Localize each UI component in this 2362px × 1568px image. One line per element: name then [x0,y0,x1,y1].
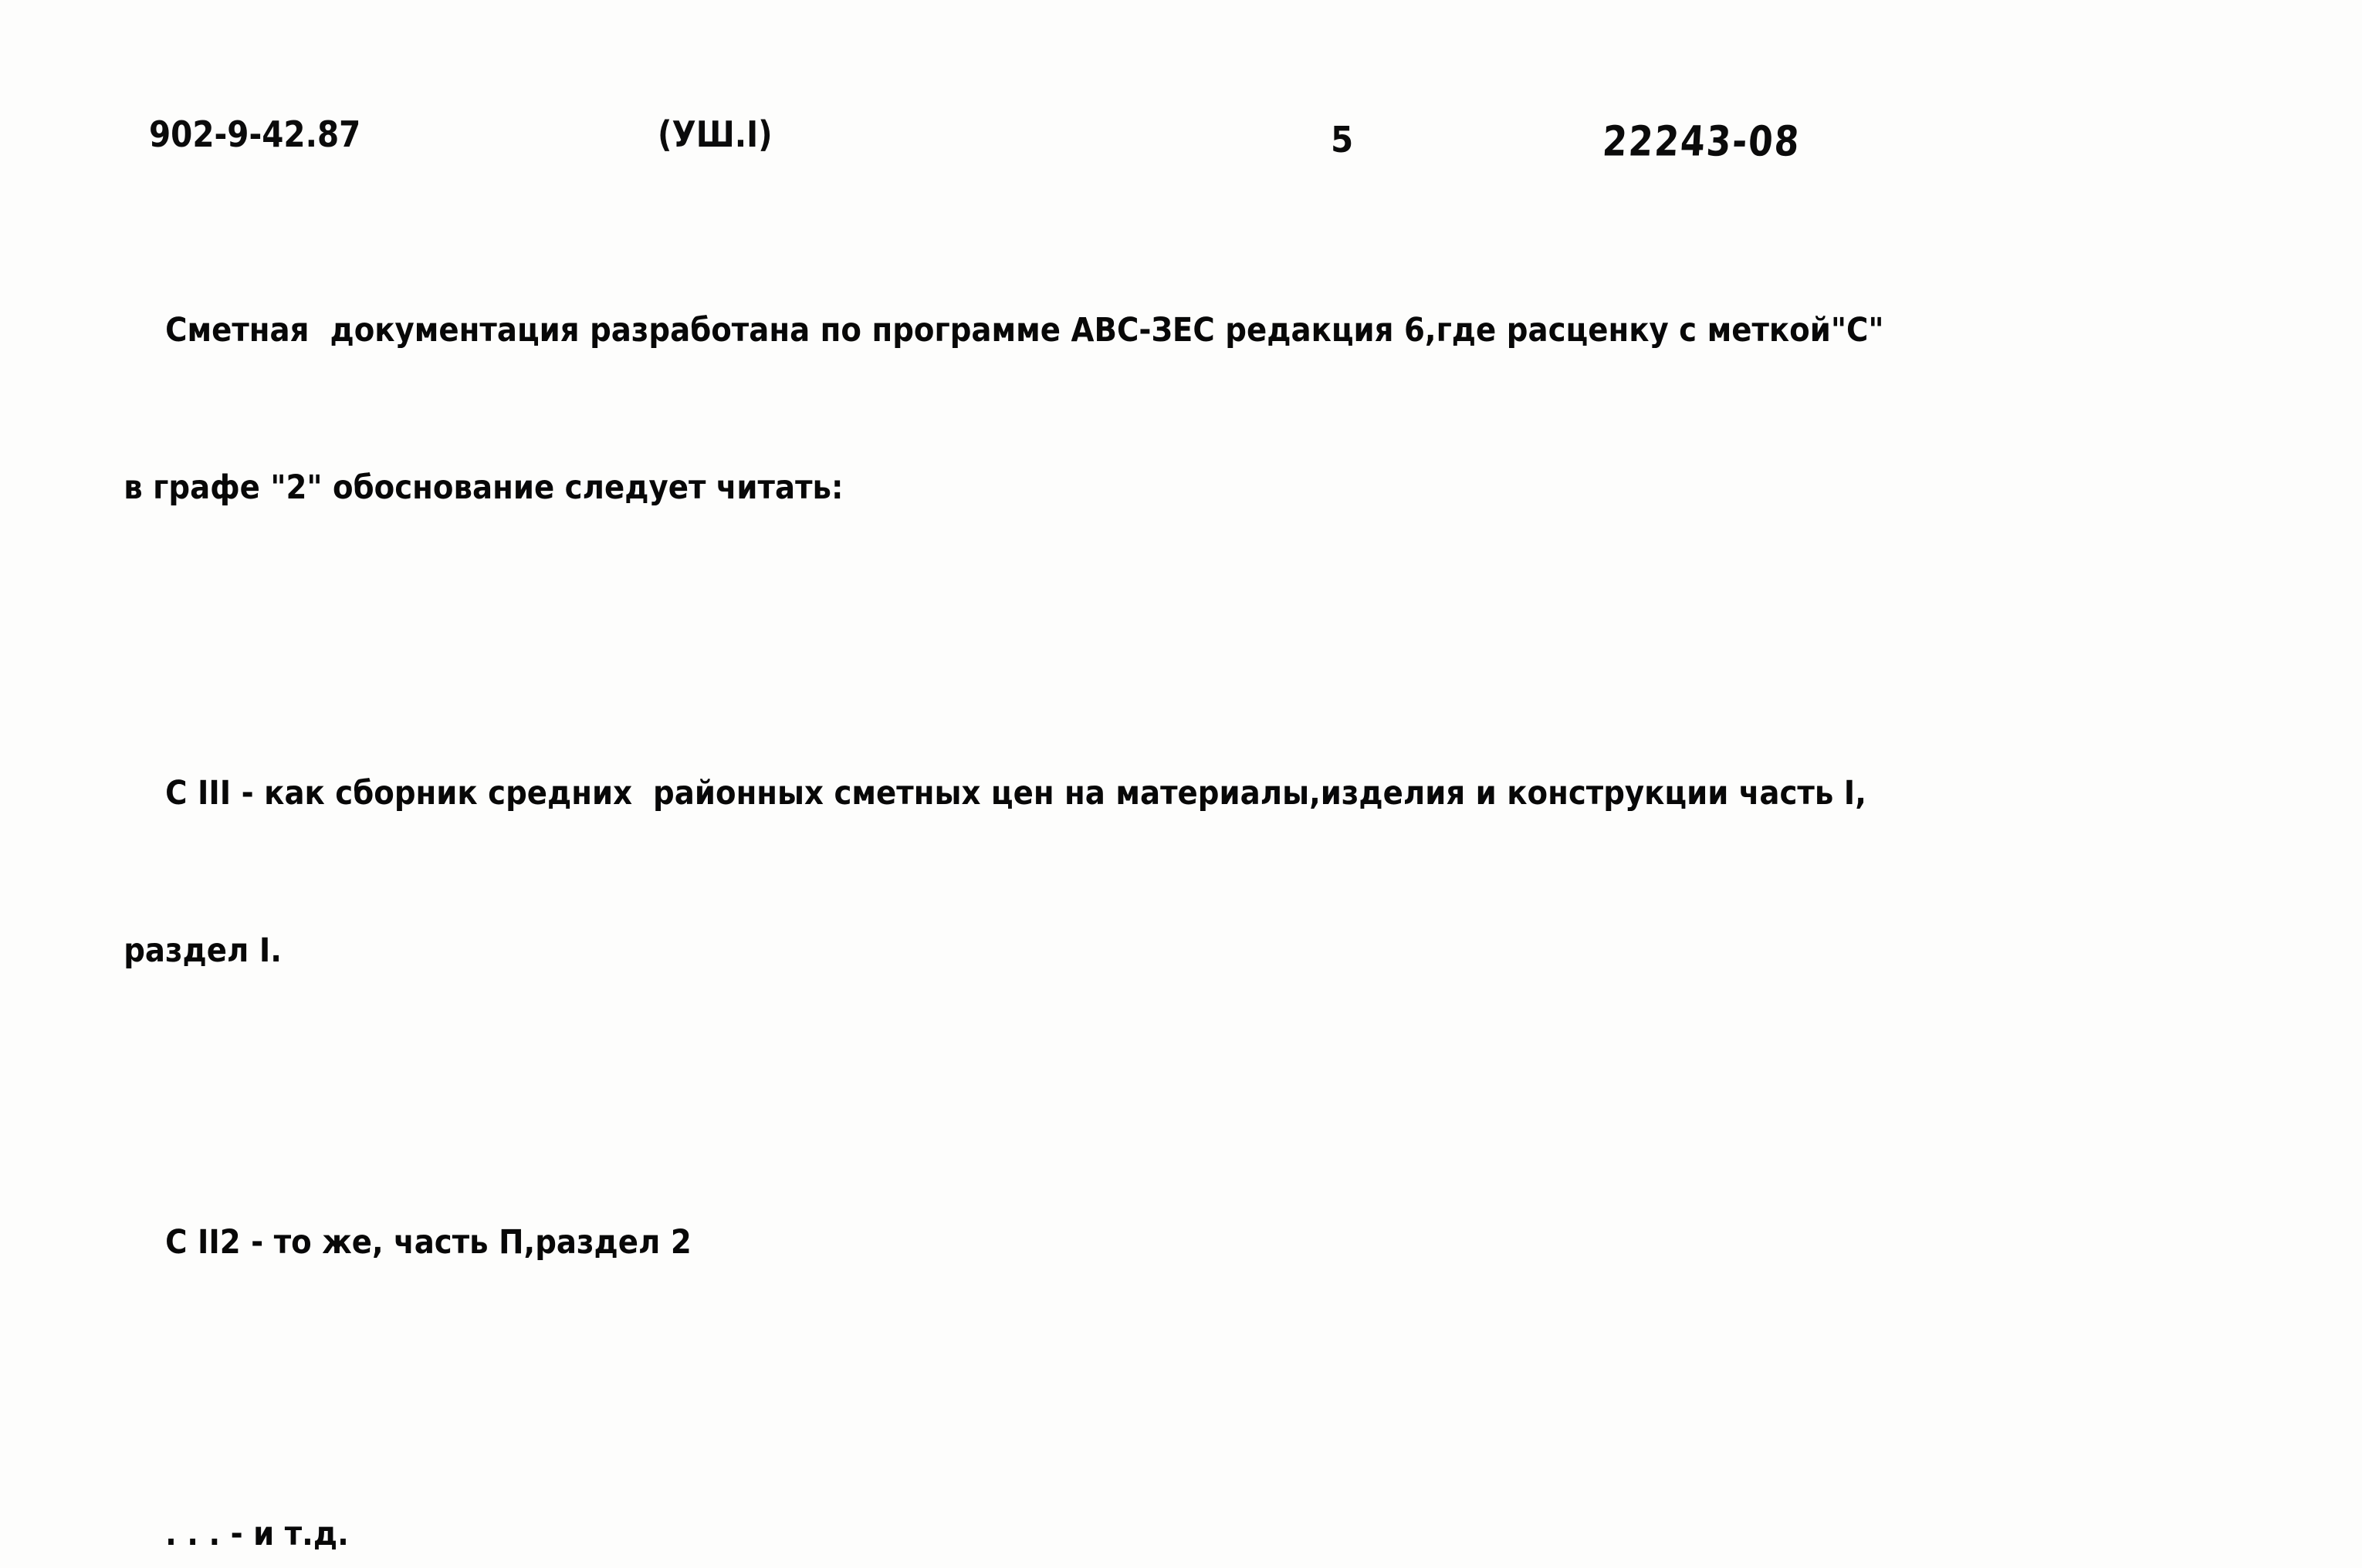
archive-stamp-number: 22243-08 [1601,117,1802,166]
scanned-document-page: 902-9-42.87 (УШ.I) 5 22243-08 Сметная до… [0,0,2362,1568]
paragraph-intro: Сметная документация разработана по прог… [0,199,2126,619]
blank-page-area [0,803,2362,1568]
paragraph-intro-line-1: Сметная документация разработана по прог… [124,311,1884,350]
document-header: 902-9-42.87 (УШ.I) 5 22243-08 [0,99,2362,168]
document-series-designation: (УШ.I) [658,114,773,156]
document-code: 902-9-42.87 [149,114,361,156]
paragraph-intro-line-2: в графе "2" обоснование следует читать: [124,468,844,507]
page-number: 5 [1331,119,1354,161]
